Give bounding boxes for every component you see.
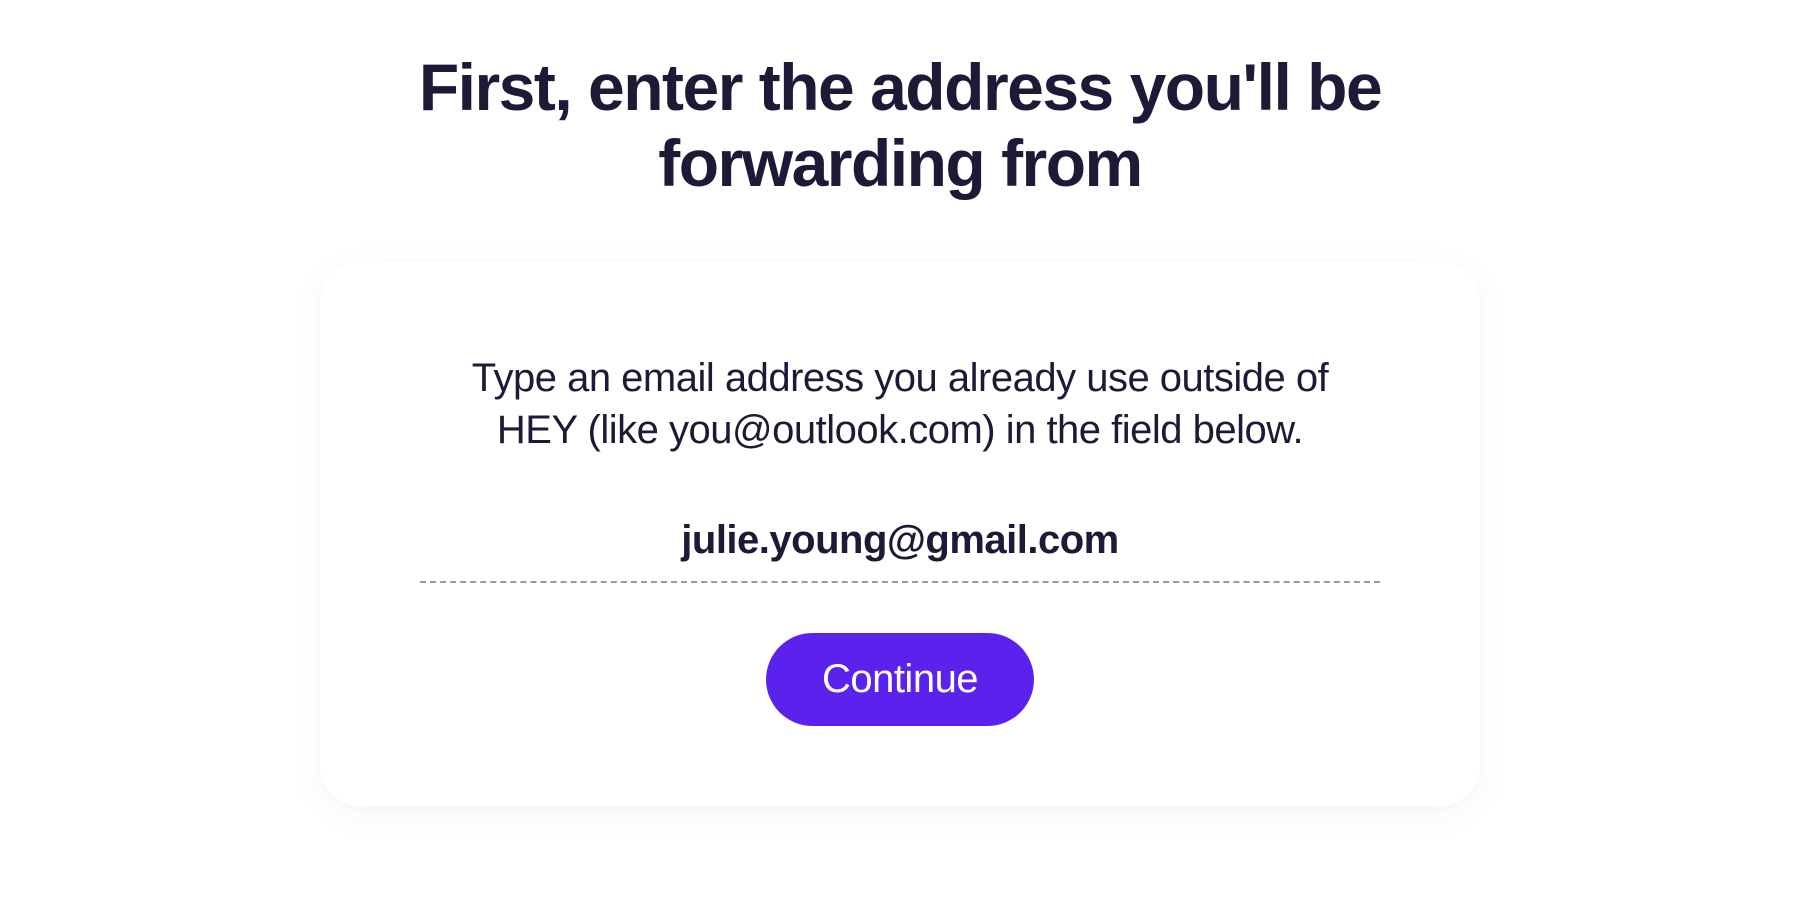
form-card: Type an email address you already use ou…: [320, 262, 1480, 806]
email-field[interactable]: [420, 506, 1380, 583]
continue-button[interactable]: Continue: [766, 633, 1034, 726]
instruction-text: Type an email address you already use ou…: [460, 352, 1340, 456]
page-title: First, enter the address you'll be forwa…: [300, 50, 1500, 202]
page-container: First, enter the address you'll be forwa…: [0, 0, 1800, 806]
